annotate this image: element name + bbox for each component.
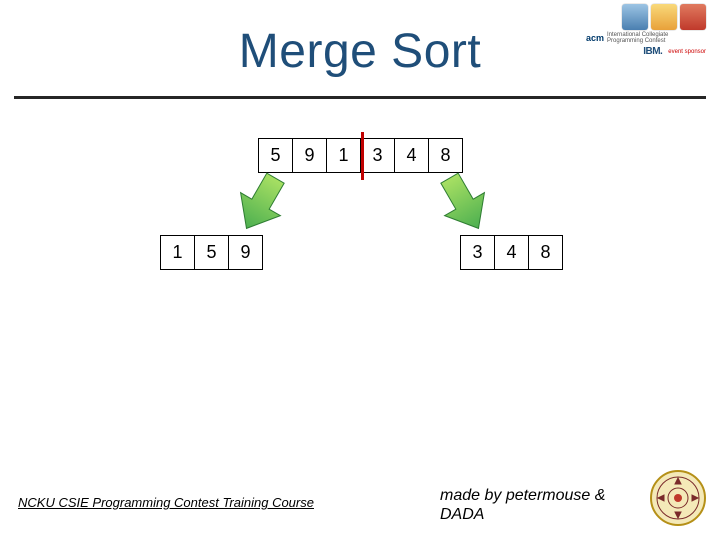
footer-course: NCKU CSIE Programming Contest Training C… <box>18 495 314 510</box>
university-seal-icon <box>650 470 706 526</box>
acm-text: acm <box>586 33 604 43</box>
array-left: 1 5 9 <box>160 235 263 270</box>
title-underline <box>14 96 706 99</box>
footer-credit: made by petermouse & DADA <box>440 486 605 524</box>
credit-line-2: DADA <box>440 506 484 523</box>
credit-line-1: made by petermouse & <box>440 487 605 504</box>
cell: 1 <box>160 235 195 270</box>
cell: 8 <box>428 138 463 173</box>
cell: 4 <box>494 235 529 270</box>
badge-red <box>680 4 706 30</box>
array-right: 3 4 8 <box>460 235 563 270</box>
cell: 8 <box>528 235 563 270</box>
badge-blue <box>622 4 648 30</box>
cell: 9 <box>292 138 327 173</box>
ibm-text: IBM. <box>643 46 662 57</box>
arrow-right-icon <box>420 170 510 240</box>
arrow-left-icon <box>215 170 305 240</box>
cell: 4 <box>394 138 429 173</box>
acm-subtext: International Collegiate Programming Con… <box>607 32 706 44</box>
acm-logo-line: acm International Collegiate Programming… <box>586 32 706 44</box>
cell: 1 <box>326 138 361 173</box>
cell: 3 <box>360 138 395 173</box>
ibm-subtext: event sponsor <box>668 49 706 55</box>
badge-yellow <box>651 4 677 30</box>
split-divider <box>361 132 364 180</box>
cell: 9 <box>228 235 263 270</box>
ibm-logo-line: IBM. event sponsor <box>643 46 706 57</box>
cell: 5 <box>194 235 229 270</box>
corner-logos: acm International Collegiate Programming… <box>586 4 706 84</box>
logo-badges <box>622 4 706 30</box>
cell: 3 <box>460 235 495 270</box>
cell: 5 <box>258 138 293 173</box>
